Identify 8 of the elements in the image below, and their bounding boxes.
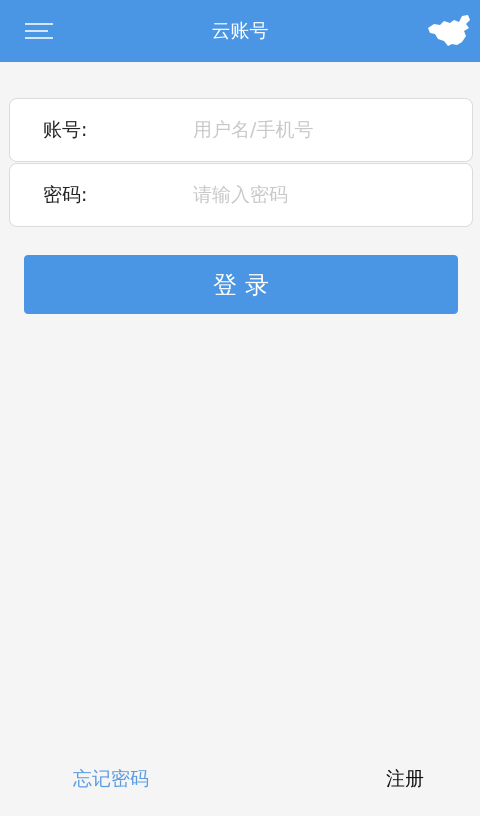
menu-icon[interactable] bbox=[24, 22, 54, 40]
forgot-password-link[interactable]: 忘记密码 bbox=[73, 766, 149, 792]
map-icon[interactable] bbox=[426, 14, 472, 48]
register-link[interactable]: 注册 bbox=[386, 766, 424, 792]
page-title: 云账号 bbox=[212, 19, 268, 44]
login-button[interactable]: 登 录 bbox=[24, 255, 458, 314]
field-label: 账号: bbox=[43, 118, 88, 143]
field-label: 密码: bbox=[43, 183, 88, 208]
